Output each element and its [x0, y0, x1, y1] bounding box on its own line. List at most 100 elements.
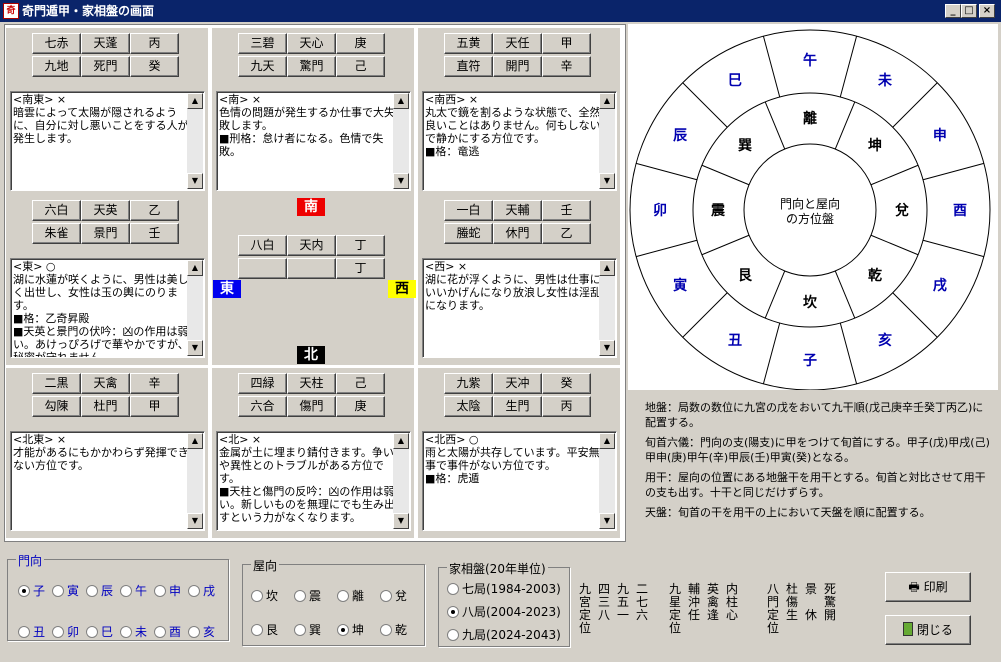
- nw-r1-btn-1[interactable]: 天冲: [493, 373, 542, 394]
- kaso-radio-0[interactable]: 七局(1984-2003): [447, 580, 561, 597]
- scroll-up-icon[interactable]: ▲: [599, 433, 615, 449]
- memo-s[interactable]: <南> × 色情の問題が発生するか仕事で大失敗します。 ■刑格：怠け者になる。色…: [216, 91, 411, 191]
- memo-e[interactable]: <東> ○ 湖に水蓮が咲くように、男性は美しく出世し、女性は玉の輿にのります。 …: [10, 258, 205, 358]
- radio-circle-icon[interactable]: [251, 624, 263, 636]
- center-r1-planet[interactable]: 天内: [287, 235, 336, 256]
- radio-circle-icon[interactable]: [337, 590, 349, 602]
- radio-circle-icon[interactable]: [337, 624, 349, 636]
- memo-ne[interactable]: <北東> × 才能があるにもかかわらず発揮できない方位です。 ▲ ▼: [10, 431, 205, 531]
- scrollbar[interactable]: ▲ ▼: [393, 433, 409, 529]
- s-r1-btn-0[interactable]: 三碧: [238, 33, 287, 54]
- scroll-up-icon[interactable]: ▲: [599, 93, 615, 109]
- scroll-up-icon[interactable]: ▲: [393, 93, 409, 109]
- radio-circle-icon[interactable]: [120, 585, 132, 597]
- minimize-button[interactable]: _: [945, 4, 961, 18]
- scrollbar[interactable]: ▲ ▼: [187, 93, 203, 189]
- radio-circle-icon[interactable]: [294, 590, 306, 602]
- nw-r1-btn-0[interactable]: 九紫: [444, 373, 493, 394]
- w-r2-btn-2[interactable]: 乙: [542, 223, 591, 244]
- house-radio-坤[interactable]: 坤: [337, 621, 364, 638]
- scrollbar[interactable]: ▲ ▼: [599, 93, 615, 189]
- se-r1-btn-1[interactable]: 天蓬: [81, 33, 130, 54]
- ne-r1-btn-1[interactable]: 天禽: [81, 373, 130, 394]
- se-r2-btn-2[interactable]: 癸: [130, 56, 179, 77]
- scroll-up-icon[interactable]: ▲: [187, 260, 203, 276]
- e-r1-btn-0[interactable]: 六白: [32, 200, 81, 221]
- center-r1-stem[interactable]: 丁: [336, 235, 385, 256]
- maximize-button[interactable]: □: [961, 4, 977, 18]
- ne-r2-btn-0[interactable]: 勾陳: [32, 396, 81, 417]
- radio-circle-icon[interactable]: [52, 626, 64, 638]
- house-radio-離[interactable]: 離: [337, 587, 364, 604]
- radio-circle-icon[interactable]: [380, 624, 392, 636]
- scroll-down-icon[interactable]: ▼: [187, 513, 203, 529]
- s-r2-btn-1[interactable]: 驚門: [287, 56, 336, 77]
- w-r1-btn-1[interactable]: 天輔: [493, 200, 542, 221]
- s-r2-btn-0[interactable]: 九天: [238, 56, 287, 77]
- memo-sw[interactable]: <南西> × 丸太で鏡を割るような状態で、全然良いことはありません。何もしないで…: [422, 91, 617, 191]
- gate-radio-午[interactable]: 午: [120, 582, 147, 599]
- house-radio-巽[interactable]: 巽: [294, 621, 321, 638]
- e-r2-btn-1[interactable]: 景門: [81, 223, 130, 244]
- e-r2-btn-2[interactable]: 壬: [130, 223, 179, 244]
- gate-radio-未[interactable]: 未: [120, 623, 147, 640]
- ne-r2-btn-1[interactable]: 杜門: [81, 396, 130, 417]
- kaso-radio-2[interactable]: 九局(2024-2043): [447, 626, 561, 643]
- s-r1-btn-1[interactable]: 天心: [287, 33, 336, 54]
- s-r1-btn-2[interactable]: 庚: [336, 33, 385, 54]
- n-r2-btn-2[interactable]: 庚: [336, 396, 385, 417]
- n-r2-btn-1[interactable]: 傷門: [287, 396, 336, 417]
- scroll-up-icon[interactable]: ▲: [393, 433, 409, 449]
- e-r1-btn-2[interactable]: 乙: [130, 200, 179, 221]
- gate-radio-巳[interactable]: 巳: [86, 623, 113, 640]
- radio-circle-icon[interactable]: [447, 583, 459, 595]
- nw-r2-btn-0[interactable]: 太陰: [444, 396, 493, 417]
- radio-circle-icon[interactable]: [294, 624, 306, 636]
- nw-r2-btn-2[interactable]: 丙: [542, 396, 591, 417]
- gate-radio-子[interactable]: 子: [18, 582, 45, 599]
- w-r1-btn-0[interactable]: 一白: [444, 200, 493, 221]
- memo-nw[interactable]: <北西> ○ 雨と太陽が共存しています。平安無事で事件がない方位です。 ■格：虎…: [422, 431, 617, 531]
- gate-radio-戌[interactable]: 戌: [188, 582, 215, 599]
- radio-circle-icon[interactable]: [188, 626, 200, 638]
- scroll-down-icon[interactable]: ▼: [393, 513, 409, 529]
- center-r2-planet[interactable]: [287, 258, 336, 279]
- house-radio-艮[interactable]: 艮: [251, 621, 278, 638]
- scroll-up-icon[interactable]: ▲: [187, 433, 203, 449]
- gate-radio-卯[interactable]: 卯: [52, 623, 79, 640]
- scroll-down-icon[interactable]: ▼: [599, 340, 615, 356]
- se-r1-btn-0[interactable]: 七赤: [32, 33, 81, 54]
- n-r1-btn-2[interactable]: 己: [336, 373, 385, 394]
- scroll-down-icon[interactable]: ▼: [187, 173, 203, 189]
- ne-r2-btn-2[interactable]: 甲: [130, 396, 179, 417]
- center-r2-star[interactable]: [238, 258, 287, 279]
- print-button[interactable]: 🖶 印刷: [885, 572, 971, 602]
- radio-circle-icon[interactable]: [18, 626, 30, 638]
- memo-n[interactable]: <北> × 金属が土に埋まり錆付きます。争いや異性とのトラブルがある方位です。 …: [216, 431, 411, 531]
- e-r1-btn-1[interactable]: 天英: [81, 200, 130, 221]
- gate-radio-寅[interactable]: 寅: [52, 582, 79, 599]
- house-radio-震[interactable]: 震: [294, 587, 321, 604]
- n-r1-btn-0[interactable]: 四緑: [238, 373, 287, 394]
- kaso-radio-1[interactable]: 八局(2004-2023): [447, 603, 561, 620]
- gate-radio-辰[interactable]: 辰: [86, 582, 113, 599]
- close-window-button[interactable]: ×: [979, 4, 995, 18]
- sw-r1-btn-2[interactable]: 甲: [542, 33, 591, 54]
- sw-r1-btn-1[interactable]: 天任: [493, 33, 542, 54]
- sw-r2-btn-1[interactable]: 開門: [493, 56, 542, 77]
- radio-circle-icon[interactable]: [154, 626, 166, 638]
- e-r2-btn-0[interactable]: 朱雀: [32, 223, 81, 244]
- se-r2-btn-0[interactable]: 九地: [32, 56, 81, 77]
- scrollbar[interactable]: ▲ ▼: [393, 93, 409, 189]
- radio-circle-icon[interactable]: [154, 585, 166, 597]
- sw-r2-btn-0[interactable]: 直符: [444, 56, 493, 77]
- gate-radio-丑[interactable]: 丑: [18, 623, 45, 640]
- center-r2-stem[interactable]: 丁: [336, 258, 385, 279]
- scrollbar[interactable]: ▲ ▼: [187, 433, 203, 529]
- scrollbar[interactable]: ▲ ▼: [599, 260, 615, 356]
- scroll-down-icon[interactable]: ▼: [187, 340, 203, 356]
- scroll-up-icon[interactable]: ▲: [187, 93, 203, 109]
- gate-radio-亥[interactable]: 亥: [188, 623, 215, 640]
- n-r1-btn-1[interactable]: 天柱: [287, 373, 336, 394]
- house-radio-兌[interactable]: 兌: [380, 587, 407, 604]
